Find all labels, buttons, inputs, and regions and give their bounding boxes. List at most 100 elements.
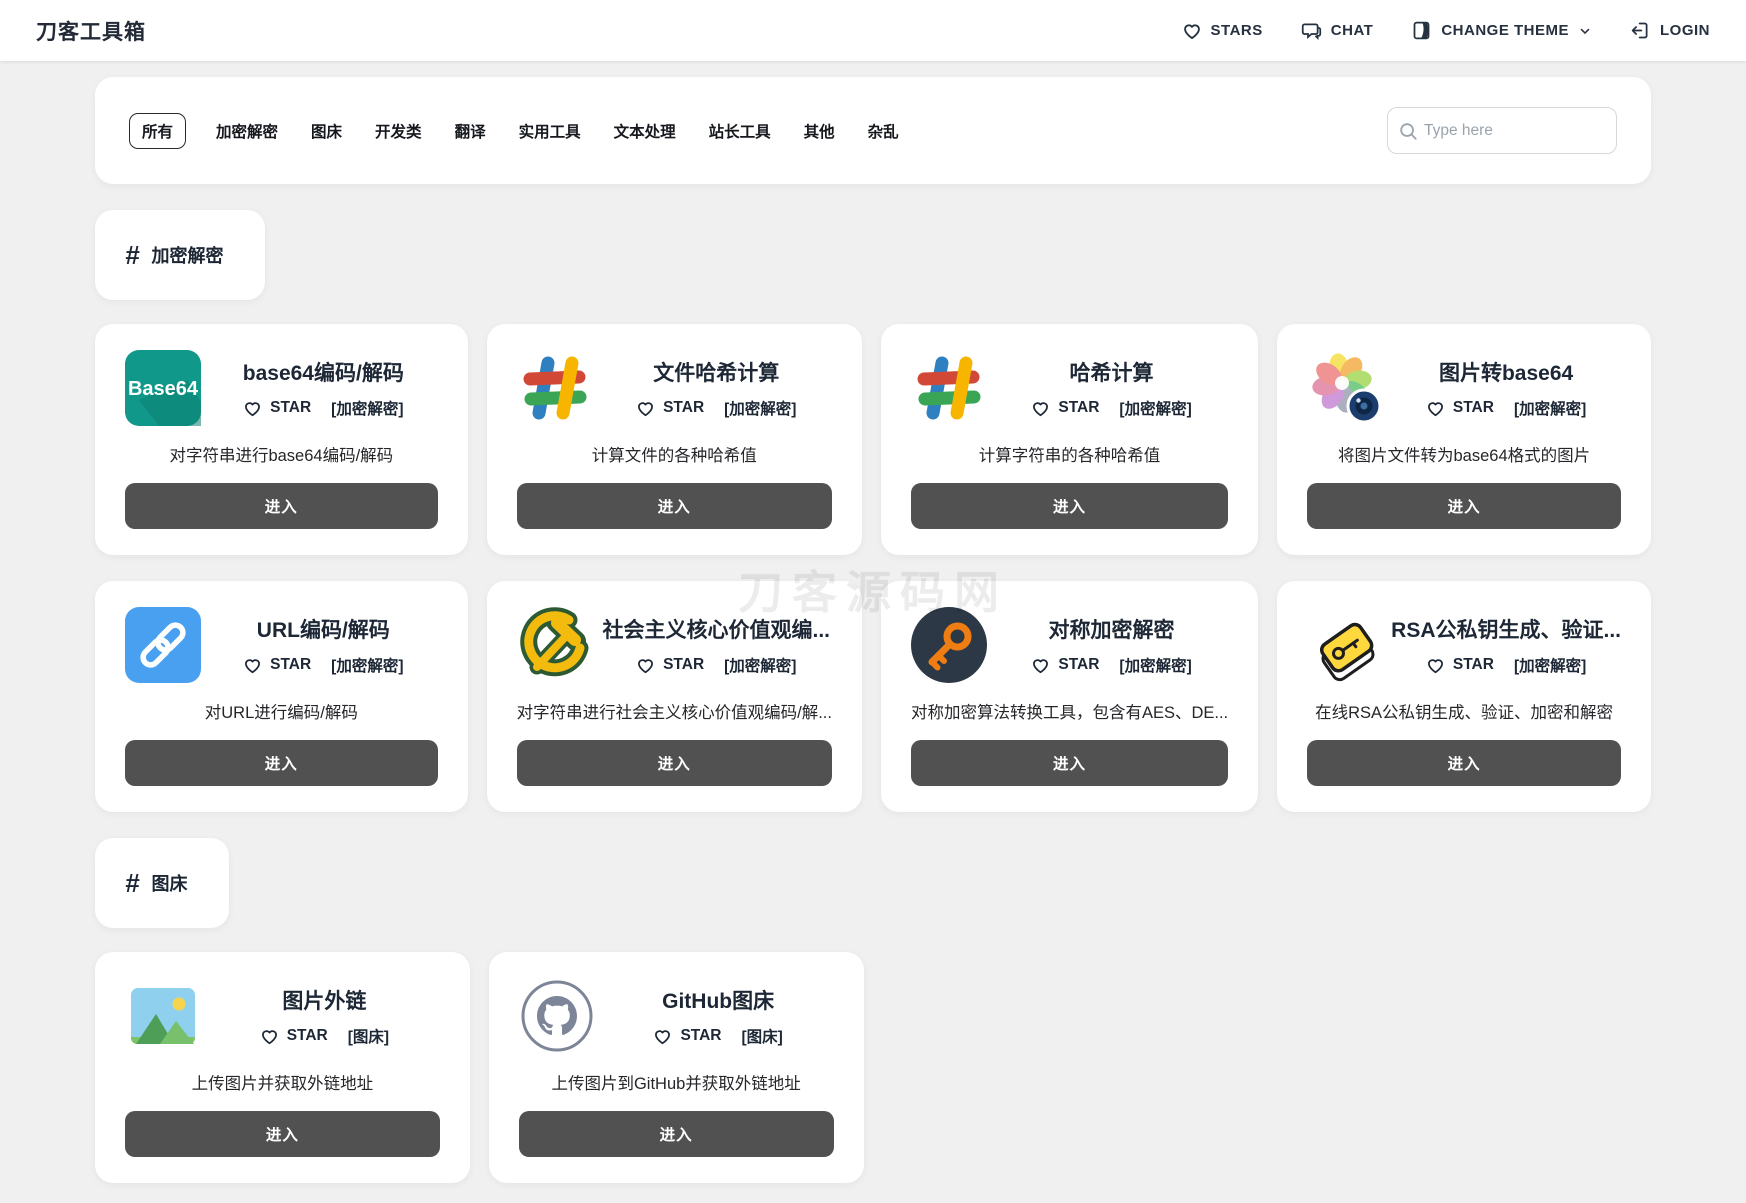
enter-button[interactable]: 进入 (517, 483, 832, 529)
sections-root: # 加密解密 Base64 base64编码/解码 STAR [加密解密] (95, 184, 1651, 1183)
tool-description: 在线RSA公私钥生成、验证、加密和解密 (1307, 699, 1621, 723)
main-content: 所有加密解密图床开发类翻译实用工具文本处理站长工具其他杂乱 # 加密解密 Bas… (0, 61, 1746, 1203)
tool-title: 文件哈希计算 (601, 357, 832, 387)
filter-tab[interactable]: 杂乱 (865, 113, 902, 149)
tool-card: RSA公私钥生成、验证... STAR [加密解密] 在线RSA公私钥生成、验证… (1277, 581, 1651, 812)
category-tag: [加密解密] (1119, 654, 1191, 676)
category-tag: [加密解密] (331, 654, 403, 676)
filter-tab[interactable]: 实用工具 (516, 113, 584, 149)
heart-icon (1182, 21, 1202, 41)
hash-icon (517, 350, 593, 426)
filter-tab[interactable]: 开发类 (372, 113, 425, 149)
theme-nav-button[interactable]: CHANGE THEME (1411, 20, 1592, 41)
hammer-sickle-icon (517, 607, 593, 683)
category-tag: [加密解密] (724, 654, 796, 676)
category-tag: [图床] (348, 1025, 389, 1047)
card-grid: Base64 base64编码/解码 STAR [加密解密] 对字符串进行bas… (95, 324, 1651, 812)
section-block: # 加密解密 Base64 base64编码/解码 STAR [加密解密] (95, 184, 1651, 812)
photos-icon (1307, 350, 1383, 426)
filter-tab[interactable]: 加密解密 (213, 113, 281, 149)
github-icon (519, 978, 595, 1054)
brand-title[interactable]: 刀客工具箱 (36, 16, 146, 46)
filter-tab[interactable]: 站长工具 (706, 113, 774, 149)
tool-title: 哈希计算 (995, 357, 1228, 387)
top-navbar: 刀客工具箱 STARS CHAT CHANGE THEME LOGIN (0, 0, 1746, 61)
tool-title: 图片外链 (209, 985, 440, 1015)
tag-key-icon (1307, 607, 1383, 683)
star-button[interactable]: STAR (1426, 399, 1494, 418)
search-wrap (1387, 107, 1617, 154)
filter-tab[interactable]: 文本处理 (611, 113, 679, 149)
tool-description: 对称加密算法转换工具，包含有AES、DE... (911, 699, 1228, 723)
login-icon (1630, 20, 1651, 41)
enter-button[interactable]: 进入 (517, 740, 832, 786)
tool-description: 对字符串进行社会主义核心价值观编码/解... (517, 699, 832, 723)
section-block: # 图床 图片外链 STAR [图床] 上传图片并获取外链地址 (95, 812, 1651, 1183)
star-button[interactable]: STAR (1426, 656, 1494, 675)
login-nav-button[interactable]: LOGIN (1630, 20, 1710, 41)
heart-icon (1429, 660, 1442, 672)
category-tag: [加密解密] (1514, 397, 1586, 419)
enter-button[interactable]: 进入 (519, 1111, 834, 1157)
star-button[interactable]: STAR (636, 656, 704, 675)
tool-card: 哈希计算 STAR [加密解密] 计算字符串的各种哈希值 进入 (881, 324, 1258, 555)
tool-card: 社会主义核心价值观编... STAR [加密解密] 对字符串进行社会主义核心价值… (487, 581, 862, 812)
tool-card: 文件哈希计算 STAR [加密解密] 计算文件的各种哈希值 进入 (487, 324, 862, 555)
filter-tab[interactable]: 翻译 (452, 113, 489, 149)
link-icon (125, 607, 201, 683)
tool-card: Base64 base64编码/解码 STAR [加密解密] 对字符串进行bas… (95, 324, 468, 555)
star-button[interactable]: STAR (243, 399, 311, 418)
category-tag: [加密解密] (724, 397, 796, 419)
filter-tab[interactable]: 所有 (129, 113, 186, 149)
enter-button[interactable]: 进入 (125, 1111, 440, 1157)
image-icon (125, 978, 201, 1054)
star-button[interactable]: STAR (653, 1027, 721, 1046)
enter-button[interactable]: 进入 (911, 740, 1228, 786)
filter-panel: 所有加密解密图床开发类翻译实用工具文本处理站长工具其他杂乱 (95, 77, 1651, 184)
chevron-down-icon (1578, 24, 1592, 38)
star-button[interactable]: STAR (260, 1027, 328, 1046)
svg-text:Base64: Base64 (128, 378, 199, 400)
category-tag: [加密解密] (1119, 397, 1191, 419)
heart-icon (1429, 403, 1442, 415)
tool-card: 图片转base64 STAR [加密解密] 将图片文件转为base64格式的图片… (1277, 324, 1651, 555)
filter-tab[interactable]: 其他 (801, 113, 838, 149)
section-title: 图床 (151, 870, 187, 896)
tool-description: 将图片文件转为base64格式的图片 (1307, 442, 1621, 466)
tool-card: URL编码/解码 STAR [加密解密] 对URL进行编码/解码 进入 (95, 581, 468, 812)
enter-button[interactable]: 进入 (125, 483, 438, 529)
tool-description: 计算文件的各种哈希值 (517, 442, 832, 466)
heart-icon (246, 403, 259, 415)
enter-button[interactable]: 进入 (125, 740, 438, 786)
enter-button[interactable]: 进入 (1307, 483, 1621, 529)
chat-nav-button[interactable]: CHAT (1301, 20, 1374, 41)
base64-icon: Base64 (125, 350, 201, 426)
star-button[interactable]: STAR (1031, 656, 1099, 675)
tool-card: 对称加密解密 STAR [加密解密] 对称加密算法转换工具，包含有AES、DE.… (881, 581, 1258, 812)
tool-description: 对URL进行编码/解码 (125, 699, 438, 723)
stars-nav-button[interactable]: STARS (1182, 21, 1263, 41)
enter-button[interactable]: 进入 (911, 483, 1228, 529)
tool-title: 图片转base64 (1391, 357, 1621, 387)
tool-description: 计算字符串的各种哈希值 (911, 442, 1228, 466)
enter-button[interactable]: 进入 (1307, 740, 1621, 786)
tool-title: 对称加密解密 (995, 614, 1228, 644)
card-grid: 图片外链 STAR [图床] 上传图片并获取外链地址 进入 GitHub图床 (95, 952, 1651, 1183)
tool-title: 社会主义核心价值观编... (601, 614, 832, 644)
category-tag: [图床] (741, 1025, 782, 1047)
category-tabs: 所有加密解密图床开发类翻译实用工具文本处理站长工具其他杂乱 (129, 113, 902, 149)
section-title: 加密解密 (151, 242, 223, 268)
search-input[interactable] (1387, 107, 1617, 154)
tool-description: 上传图片到GitHub并获取外链地址 (519, 1070, 834, 1094)
chat-icon (1301, 20, 1322, 41)
star-button[interactable]: STAR (1031, 399, 1099, 418)
heart-icon (246, 660, 259, 672)
filter-tab[interactable]: 图床 (308, 113, 345, 149)
tool-description: 对字符串进行base64编码/解码 (125, 442, 438, 466)
section-header: # 图床 (95, 838, 229, 928)
theme-icon (1411, 20, 1432, 41)
category-tag: [加密解密] (1514, 654, 1586, 676)
hash-icon (911, 350, 987, 426)
star-button[interactable]: STAR (243, 656, 311, 675)
star-button[interactable]: STAR (636, 399, 704, 418)
